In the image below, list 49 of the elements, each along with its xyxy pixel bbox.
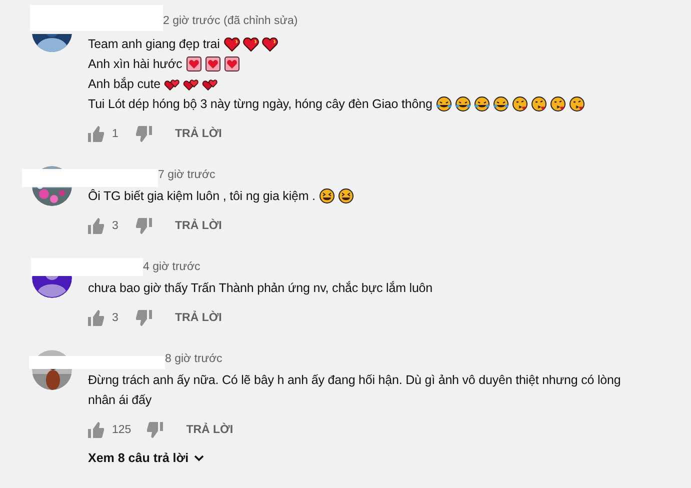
reply-button[interactable]: TRẢ LỜI (175, 312, 222, 324)
kissing-face-icon (550, 96, 566, 112)
comment-time[interactable]: 4 giờ trước (143, 261, 200, 273)
reply-button[interactable]: TRẢ LỜI (175, 220, 222, 232)
comment-text: Team anh giang đẹp trai (88, 36, 220, 53)
grinning-face-icon (319, 188, 336, 204)
comment-text: Anh xìn hài hước (88, 56, 182, 73)
thumbs-down-icon (136, 218, 152, 234)
thumbs-up-icon (88, 126, 104, 142)
reply-button[interactable]: TRẢ LỜI (175, 128, 222, 140)
comment-text: chưa bao giờ thấy Trấn Thành phản ứng nv, chắc bực lắm luôn (88, 280, 433, 297)
like-count: 1 (112, 128, 120, 140)
comment-text: Đừng trách anh ấy nữa. Có lẽ bây h anh ấy đang hối hận. Dù gì ảnh vô duyên thiệt nhưng có lòng nhân ái đấy (88, 372, 622, 409)
view-replies-button[interactable]: Xem 8 câu trả lời (88, 446, 205, 470)
kissing-face-icon (531, 96, 548, 112)
thumbs-down-icon (136, 126, 152, 142)
reply-button[interactable]: TRẢ LỜI (186, 424, 234, 436)
grinning-face-icon (338, 188, 354, 204)
thumbs-up-icon (88, 218, 104, 234)
laughing-face-icon (493, 96, 510, 112)
comment-time[interactable]: 2 giờ trước (đã chỉnh sửa) (163, 15, 298, 27)
kissing-face-icon (569, 96, 586, 112)
comment-text: Ôi TG biết gia kiệm luôn , tôi ng gia kiệm . (88, 188, 316, 205)
kissing-face-icon (512, 96, 528, 112)
dislike-button[interactable] (136, 310, 152, 326)
dislike-button[interactable] (136, 218, 152, 234)
like-button[interactable] (88, 422, 104, 438)
laughing-face-icon (455, 96, 472, 112)
heart-icon (224, 36, 240, 52)
laughing-face-icon (474, 96, 490, 112)
like-count: 3 (112, 312, 120, 324)
thumbs-down-icon (147, 422, 164, 438)
comment-text: Tui Lót dép hóng bộ 3 này từng ngày, hóng cây đèn Giao thông (88, 96, 432, 113)
like-count: 3 (112, 220, 120, 232)
thumbs-down-icon (136, 310, 152, 326)
comment-time[interactable]: 8 giờ trước (165, 353, 222, 365)
laughing-face-icon (436, 96, 452, 112)
comment-text: Anh bắp cute (88, 76, 160, 93)
like-button[interactable] (88, 310, 104, 326)
like-button[interactable] (88, 126, 104, 142)
comment-time[interactable]: 7 giờ trước (158, 169, 216, 181)
dislike-button[interactable] (136, 126, 152, 142)
thumbs-up-icon (88, 310, 104, 326)
like-button[interactable] (88, 218, 104, 234)
heart-icon (242, 36, 259, 52)
dislike-button[interactable] (147, 422, 164, 438)
thumbs-up-icon (88, 422, 104, 438)
heart-icon (262, 36, 278, 52)
like-count: 125 (112, 424, 132, 436)
